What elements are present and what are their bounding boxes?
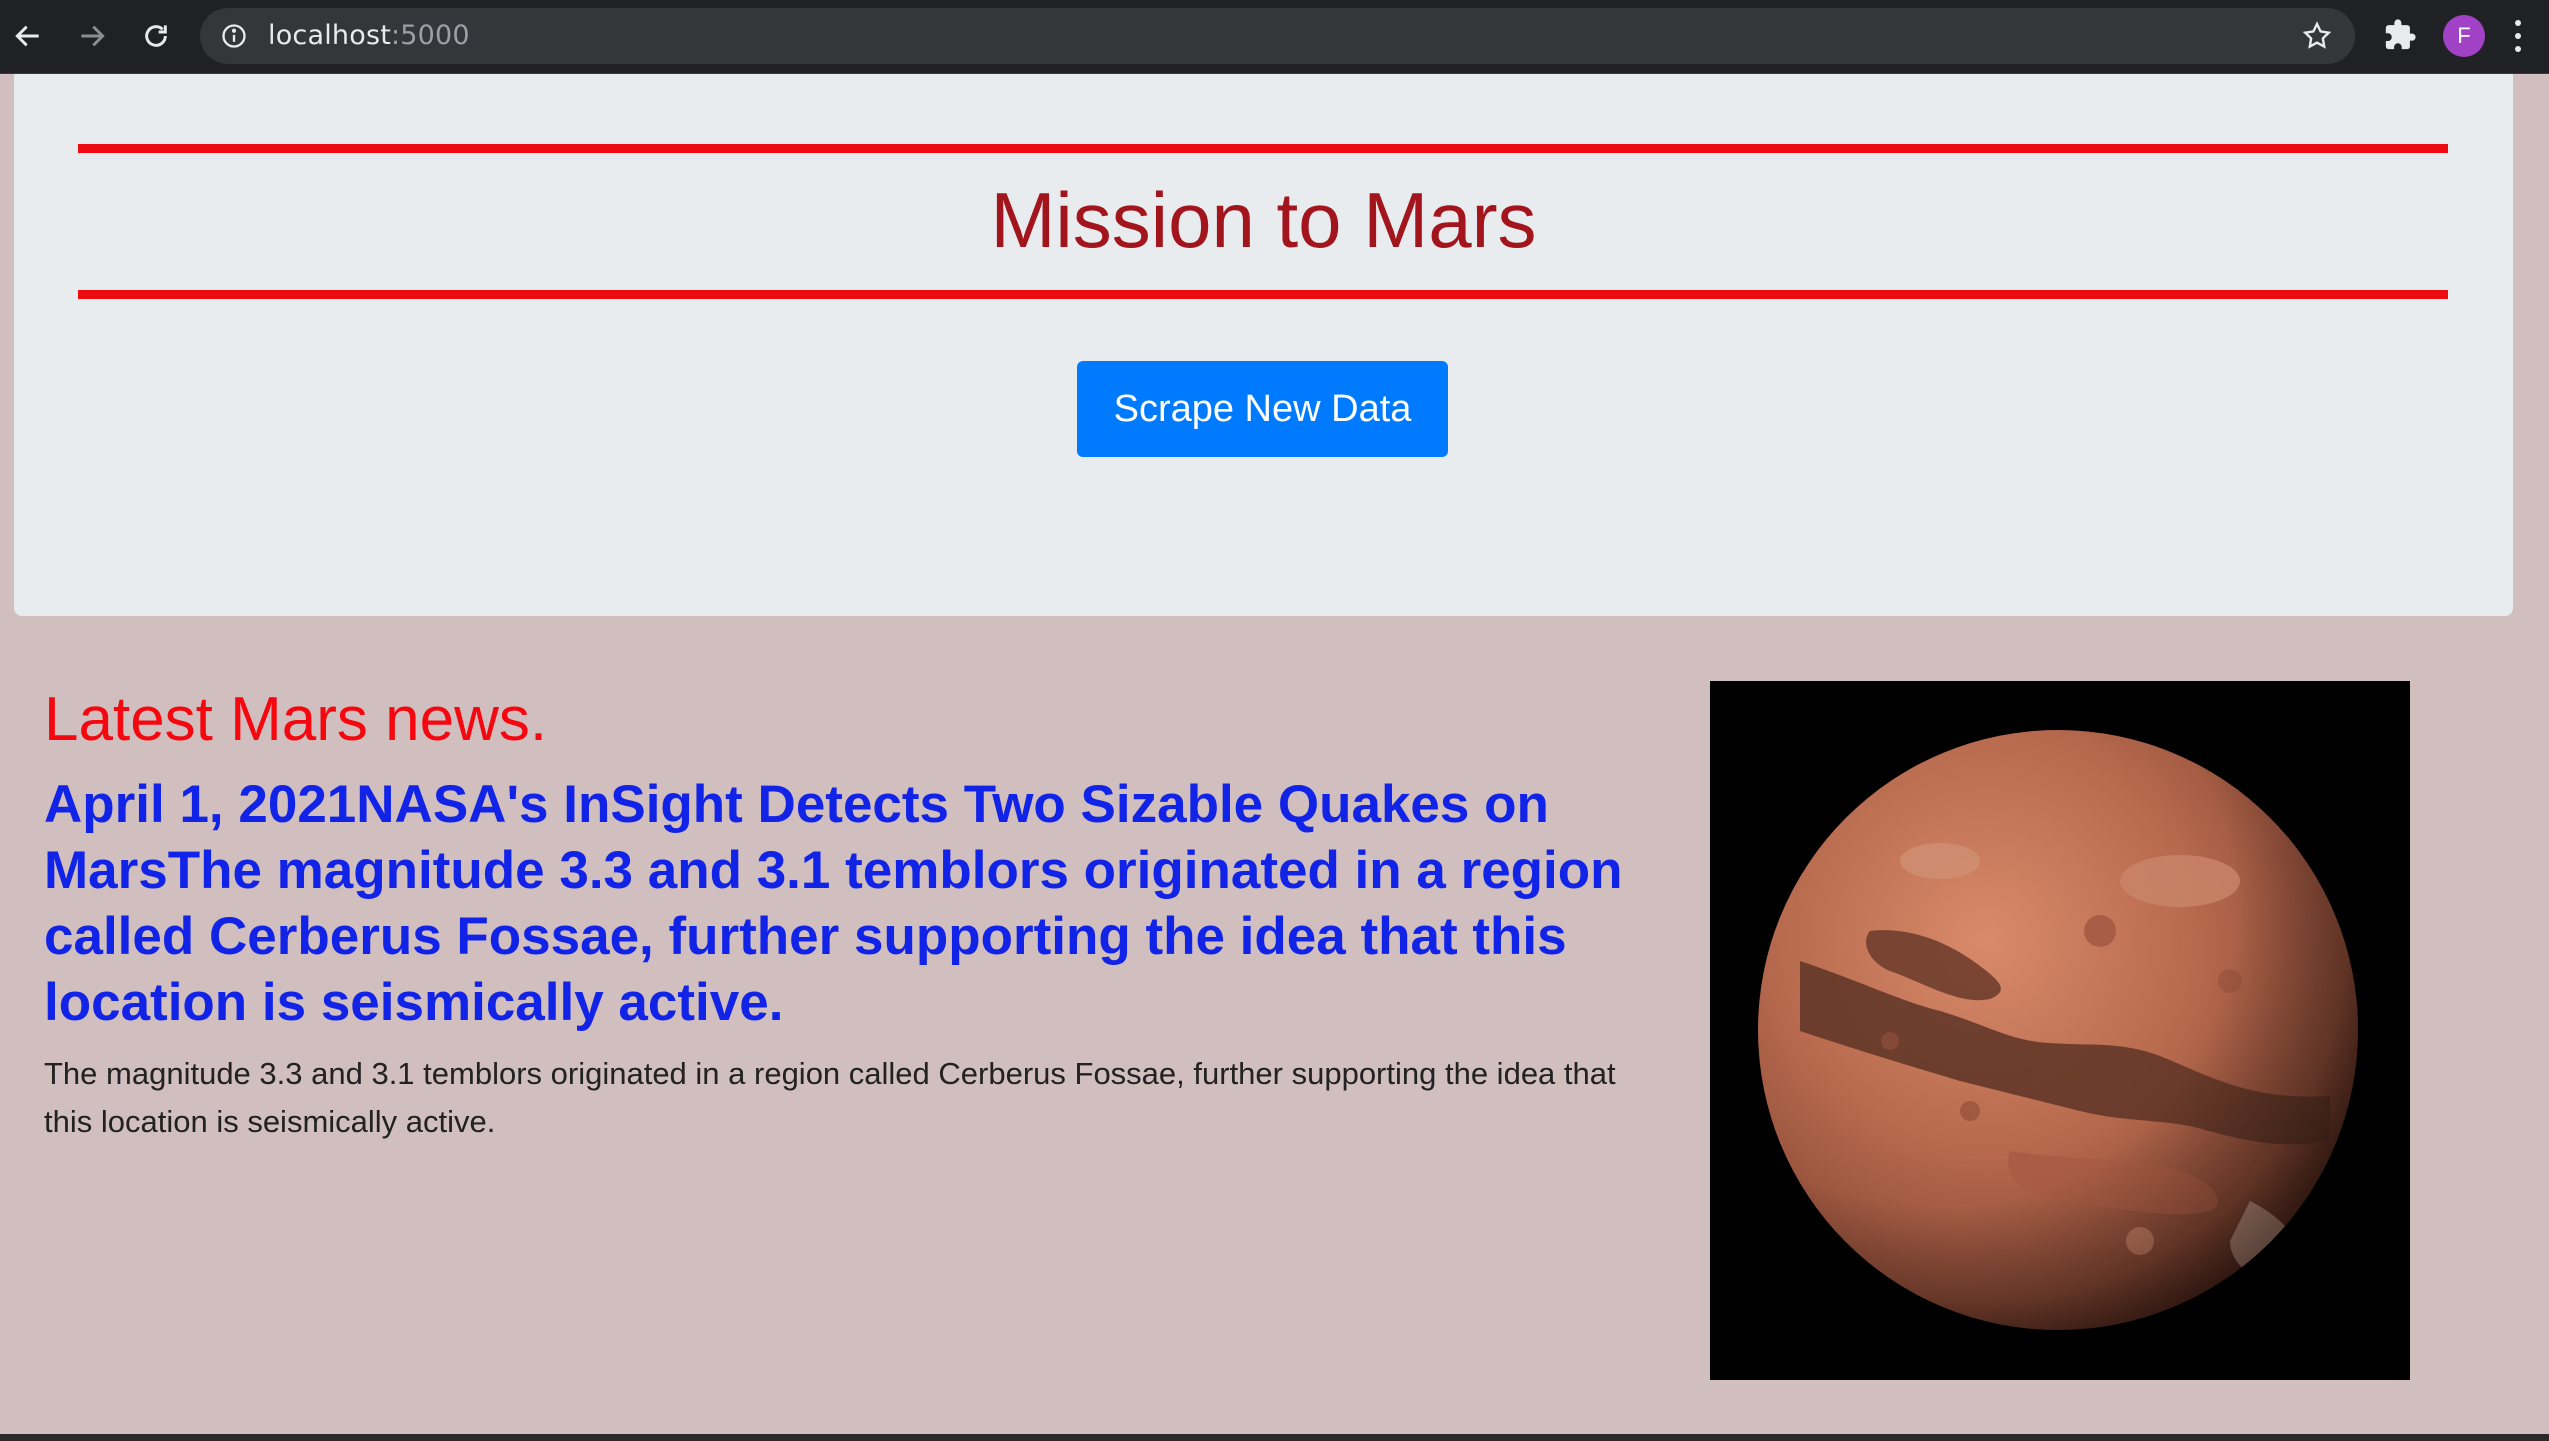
news-section: Latest Mars news. April 1, 2021NASA's In…: [44, 680, 1644, 1146]
arrow-right-icon: [81, 25, 105, 47]
address-bar[interactable]: localhost:5000: [200, 8, 2355, 64]
arrow-left-icon: [15, 25, 39, 47]
mars-planet-image: [1710, 681, 2410, 1380]
browser-toolbar: localhost:5000 F: [0, 0, 2549, 74]
back-button[interactable]: [6, 14, 50, 58]
profile-avatar[interactable]: F: [2443, 15, 2485, 57]
news-section-heading: Latest Mars news.: [44, 685, 548, 754]
reload-icon: [145, 25, 167, 47]
news-paragraph: The magnitude 3.3 and 3.1 temblors origi…: [44, 1056, 1616, 1139]
reload-button[interactable]: [134, 14, 178, 58]
menu-dot: [2515, 33, 2521, 39]
url-port: :5000: [391, 20, 470, 51]
forward-button[interactable]: [70, 14, 114, 58]
kebab-menu-icon[interactable]: [2510, 16, 2526, 56]
header-rule-top: [78, 144, 2448, 153]
jumbotron: Mission to Mars Scrape New Data: [14, 74, 2513, 616]
puzzle-icon[interactable]: [2383, 18, 2417, 52]
url-host: localhost: [268, 20, 391, 51]
menu-dot: [2515, 46, 2521, 52]
menu-dot: [2515, 20, 2521, 26]
star-icon[interactable]: [2301, 20, 2333, 52]
news-title: April 1, 2021NASA's InSight Detects Two …: [44, 775, 1623, 1032]
mars-image: [1710, 681, 2410, 1380]
page-bottom-edge: [0, 1434, 2549, 1441]
url-text[interactable]: localhost:5000: [268, 8, 470, 64]
scrape-new-data-button[interactable]: Scrape New Data: [1077, 361, 1448, 457]
page-title: Mission to Mars: [990, 176, 1537, 264]
info-icon[interactable]: [220, 22, 248, 50]
header-rule-bottom: [78, 290, 2448, 299]
